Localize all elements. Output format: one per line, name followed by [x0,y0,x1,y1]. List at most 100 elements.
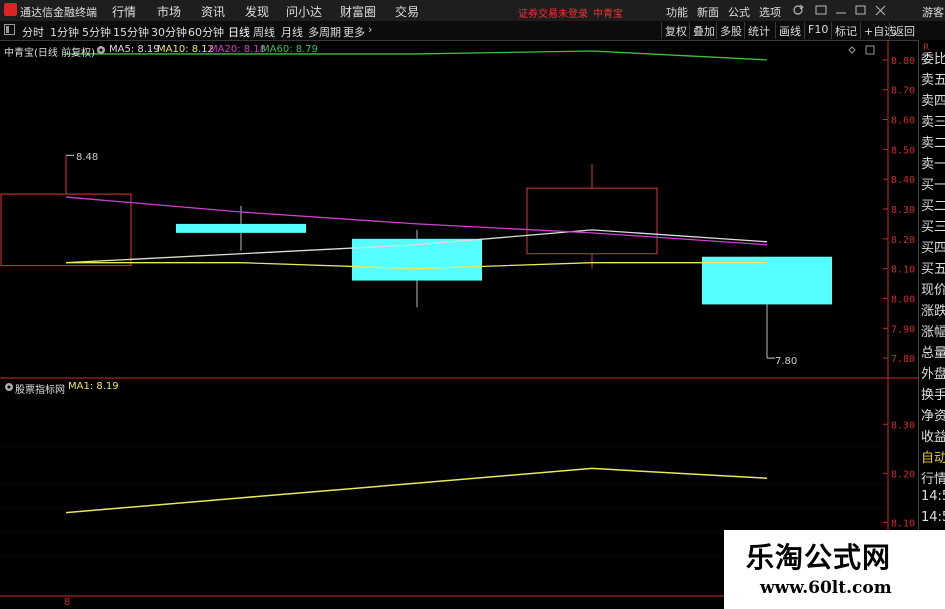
period-tab-0[interactable]: 分时 [22,24,44,40]
y-tick-label: 8.40 [891,175,915,186]
y-tick-label: 8.20 [891,235,915,246]
menu-formula[interactable]: 公式 [728,4,750,20]
period-tab-6[interactable]: 日线 [228,24,250,40]
quote-panel-item: 净资 [921,409,945,424]
quote-panel-item[interactable]: 14:50 [921,489,945,504]
menu-item-2[interactable]: 资讯 [201,3,225,20]
indicator-settings-icon[interactable] [4,382,14,392]
y-tick-label: 8.20 [891,469,915,480]
candle-body-up [0,193,132,267]
menu-item-1[interactable]: 市场 [157,3,181,20]
tool-button-1[interactable]: 叠加 [689,22,718,39]
menu-item-4[interactable]: 问小达 [286,3,322,20]
period-tab-3[interactable]: 15分钟 [113,24,149,40]
refresh-icon[interactable] [793,4,804,15]
y-tick-label: 8.30 [891,205,915,216]
skin-icon[interactable] [815,5,827,15]
quote-panel-item: 换手 [921,388,945,403]
menu-item-6[interactable]: 交易 [395,3,419,20]
quote-panel-item: 买四 [921,241,945,256]
quote-panel-item: 卖二 [921,136,945,151]
period-tab-5[interactable]: 60分钟 [188,24,224,40]
menu-item-5[interactable]: 财富圈 [340,3,376,20]
watermark-url: www.60lt.com [760,578,892,598]
y-tick-label: 8.00 [891,294,915,305]
quote-panel-item: 涨幅 [921,325,945,340]
indicator-line-ma1 [65,467,768,514]
close-icon[interactable] [875,5,886,16]
menu-guest[interactable]: 游客 [922,4,944,20]
maximize-icon[interactable] [855,5,866,15]
tool-button-8[interactable]: 返回 [889,22,918,39]
quote-panel-item: 卖五 [921,73,945,88]
menu-new-layout[interactable]: 新面 [697,4,719,20]
more-arrow-icon[interactable]: › [368,23,372,36]
tool-button-3[interactable]: 统计 [744,22,773,39]
watermark-title: 乐淘公式网 [746,541,892,574]
quote-panel-item: 收益 [921,430,945,445]
quote-panel-item: 外盘 [921,367,945,382]
quote-panel-item: 现价 [921,283,945,298]
app-title: 通达信金融终端 [20,6,97,19]
quote-panel-item: 总量 [921,346,945,361]
candle-body-up [526,187,658,255]
tool-button-4[interactable]: 画线 [775,22,804,39]
menu-item-3[interactable]: 发现 [245,3,269,20]
period-tab-1[interactable]: 1分钟 [50,24,79,40]
period-tab-10[interactable]: 更多 [343,24,365,40]
quote-panel-item[interactable]: 14:50 [921,510,945,525]
y-tick-label: 7.90 [891,324,915,335]
period-tab-2[interactable]: 5分钟 [82,24,111,40]
candle-body-down [176,223,306,233]
y-tick-label: 8.80 [891,56,915,67]
y-tick-label: 8.60 [891,116,915,127]
quote-panel: R 委比 卖五 卖四 卖三 卖二 卖一 买一 买二 买三 买四 买五 现价 涨跌 涨幅 总量 外盘 换手 净资 收益… [918,40,945,609]
quote-panel-item: 委比 [921,52,945,67]
menu-item-0[interactable]: 行情 [112,3,136,20]
trade-status[interactable]: 证券交易未登录 [518,5,588,20]
panel-toggle-icon[interactable] [4,24,16,36]
quote-panel-item[interactable]: 行情 [921,468,945,487]
tool-button-5[interactable]: F10 [804,22,831,39]
high-price-annotation: 8.48 [76,152,99,163]
quote-panel-item: 买二 [921,199,945,214]
indicator-ma1-label: MA1: 8.19 [68,381,119,392]
window-controls [793,4,886,16]
tool-button-2[interactable]: 多股 [716,22,745,39]
period-tab-7[interactable]: 周线 [253,24,275,40]
quote-panel-item: 买一 [921,178,945,193]
y-tick-label: 8.10 [891,518,915,529]
low-price-annotation: 7.80 [775,356,798,367]
ma10-label: MA10: 8.12 [157,44,215,55]
ma60-label: MA60: 8.79 [261,44,319,55]
quote-panel-item: 涨跌 [921,304,945,319]
y-tick-label: 8.70 [891,86,915,97]
quote-panel-item: 卖四 [921,94,945,109]
candle-body-down [702,256,832,305]
kline-chart[interactable]: 8.80 8.70 8.60 8.50 8.40 8.30 8.20 8.10 8.00 7.90… [0,40,918,609]
watermark: 乐淘公式网 www.60lt.com [724,530,945,609]
tool-button-6[interactable]: 标记 [831,22,860,39]
chart-options-icons[interactable] [847,45,877,55]
quote-panel-item[interactable]: 自动 [921,447,945,466]
y-tick-label: 8.50 [891,145,915,156]
tool-button-0[interactable]: 复权 [661,22,690,39]
y-tick-label: 8.30 [891,420,915,431]
menu-options[interactable]: 选项 [759,4,781,20]
bottom-date-label: 8 [64,597,71,608]
y-tick-label: 8.10 [891,265,915,276]
menu-bar: 通达信金融终端 行情 市场 资讯 发现 问小达 财富圈 交易 证券交易未登录 中青宝 功能 … [0,0,945,22]
indicator-name: 股票指标网 [15,385,65,396]
ma5-label: MA5: 8.19 [109,44,160,55]
period-tab-9[interactable]: 多周期 [308,24,341,40]
app-logo-icon [4,3,17,16]
y-tick-label: 7.80 [891,354,915,365]
period-tab-8[interactable]: 月线 [281,24,303,40]
quote-panel-item: 卖一 [921,157,945,172]
menu-function[interactable]: 功能 [666,4,688,20]
period-tab-4[interactable]: 30分钟 [151,24,187,40]
quote-panel-item: 买三 [921,220,945,235]
current-stock-name: 中青宝 [593,9,623,20]
settings-circle-icon[interactable] [96,45,106,55]
stock-title: 中青宝(日线 前复权) [4,48,95,59]
